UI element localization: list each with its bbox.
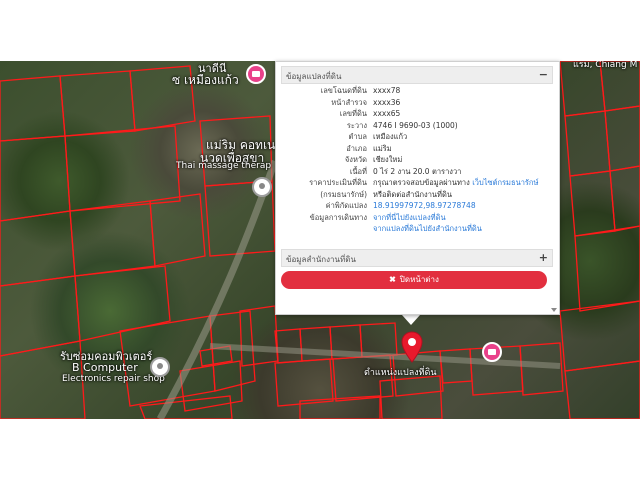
row-value: 4746 I 9690-03 (1000) — [373, 120, 458, 130]
section-title: ข้อมูลสำนักงานที่ดิน — [286, 255, 356, 264]
popup-pointer — [402, 315, 420, 325]
info-row: เลขที่ดิน xxxx65 — [281, 108, 553, 120]
parcel-info-section-header[interactable]: ข้อมูลแปลงที่ดิน − — [281, 66, 553, 84]
info-row: ข้อมูลการเดินทาง จากที่นี่ไปยังแปลงที่ดิน — [281, 212, 553, 224]
map-label-computer-en: B Computer — [72, 361, 138, 374]
row-key: ระวาง — [346, 120, 367, 130]
info-row: จากแปลงที่ดินไปยังสำนักงานที่ดิน — [281, 223, 553, 235]
map-label-corner: แรม, Chiang M — [573, 61, 638, 70]
directions-to-parcel-link[interactable]: จากที่นี่ไปยังแปลงที่ดิน — [373, 212, 446, 224]
directions-to-office-link[interactable]: จากแปลงที่ดินไปยังสำนักงานที่ดิน — [373, 223, 482, 235]
info-row: เลขโฉนดที่ดิน xxxx78 — [281, 85, 553, 97]
map-label-district: ซ เหมืองแก้ว — [172, 73, 239, 87]
row-key: เลขที่ดิน — [339, 109, 367, 118]
row-key: ราคาประเมินที่ดิน — [309, 178, 367, 187]
row-key: (กรมธนารักษ์) — [320, 189, 367, 199]
coordinates-link[interactable]: 18.91997972,98.97278748 — [373, 200, 476, 212]
collapse-icon[interactable]: − — [539, 68, 548, 81]
row-key: จังหวัด — [344, 155, 367, 164]
info-row: ตำบล เหมืองแก้ว — [281, 131, 553, 143]
map-label-location: ตำแหน่งแปลงที่ดิน — [364, 368, 437, 378]
location-marker-icon[interactable] — [401, 331, 423, 363]
info-row: เนื้อที่ 0 ไร่ 2 งาน 20.0 ตารางวา — [281, 166, 553, 178]
row-value: xxxx36 — [373, 97, 401, 107]
row-value: 0 ไร่ 2 งาน 20.0 ตารางวา — [373, 166, 462, 176]
row-value: หรือติดต่อสำนักงานที่ดิน — [373, 189, 452, 199]
poi-camera-icon[interactable] — [246, 64, 266, 84]
row-key: ค่าพิกัดแปลง — [325, 201, 367, 210]
row-key: อำเภอ — [346, 143, 367, 153]
row-key: เนื้อที่ — [349, 166, 367, 176]
info-row: ราคาประเมินที่ดิน กรุณาตรวจสอบข้อมูลผ่านท… — [281, 177, 553, 189]
close-window-button[interactable]: ✖ ปิดหน้าต่าง — [281, 271, 547, 289]
page: นาดีนี ซ เหมืองแก้ว แม่ริม คอทเน นวดเพื่… — [0, 0, 640, 480]
treasury-website-link[interactable]: เว็บไซต์กรมธนารักษ์ — [472, 178, 538, 187]
row-value: xxxx78 — [373, 86, 401, 95]
row-key: ตำบล — [348, 132, 367, 141]
poi-computer-pin-icon[interactable] — [150, 357, 170, 377]
info-row: ระวาง 4746 I 9690-03 (1000) — [281, 120, 553, 132]
expand-icon[interactable]: + — [539, 251, 548, 264]
section-title: ข้อมูลแปลงที่ดิน — [286, 72, 342, 81]
row-value: xxxx65 — [373, 109, 401, 118]
info-row: หน้าสำรวจ xxxx36 — [281, 97, 553, 109]
row-key: ข้อมูลการเดินทาง — [309, 212, 367, 222]
row-value: กรุณาตรวจสอบข้อมูลผ่านทาง เว็บไซต์กรมธนา… — [373, 177, 538, 189]
row-value: แม่ริม — [373, 143, 392, 153]
info-row: อำเภอ แม่ริม — [281, 143, 553, 155]
close-button-label: ปิดหน้าต่าง — [399, 275, 439, 284]
info-row: ค่าพิกัดแปลง 18.91997972,98.97278748 — [281, 200, 553, 212]
poi-massage-pin-icon[interactable] — [252, 177, 272, 197]
row-key: เลขโฉนดที่ดิน — [320, 86, 367, 95]
parcel-info-popup: ข้อมูลแปลงที่ดิน − เลขโฉนดที่ดิน xxxx78 ห… — [275, 61, 560, 315]
row-key: หน้าสำรวจ — [331, 97, 367, 107]
info-row: จังหวัด เชียงใหม่ — [281, 154, 553, 166]
row-value: เหมืองแก้ว — [373, 132, 408, 141]
scroll-down-icon[interactable] — [551, 308, 557, 312]
info-row: (กรมธนารักษ์) หรือติดต่อสำนักงานที่ดิน — [281, 189, 553, 201]
land-office-section-header[interactable]: ข้อมูลสำนักงานที่ดิน + — [281, 249, 553, 267]
row-value-text: กรุณาตรวจสอบข้อมูลผ่านทาง — [373, 178, 470, 187]
map-label-computer-desc: Electronics repair shop — [62, 374, 165, 384]
parcel-info-table: เลขโฉนดที่ดิน xxxx78 หน้าสำรวจ xxxx36 เลขท… — [281, 85, 553, 235]
row-value: เชียงใหม่ — [373, 155, 403, 164]
map-label-massage-en: Thai massage therap — [176, 161, 272, 171]
poi-pink-camera-icon[interactable] — [482, 342, 502, 362]
close-icon: ✖ — [389, 275, 396, 284]
